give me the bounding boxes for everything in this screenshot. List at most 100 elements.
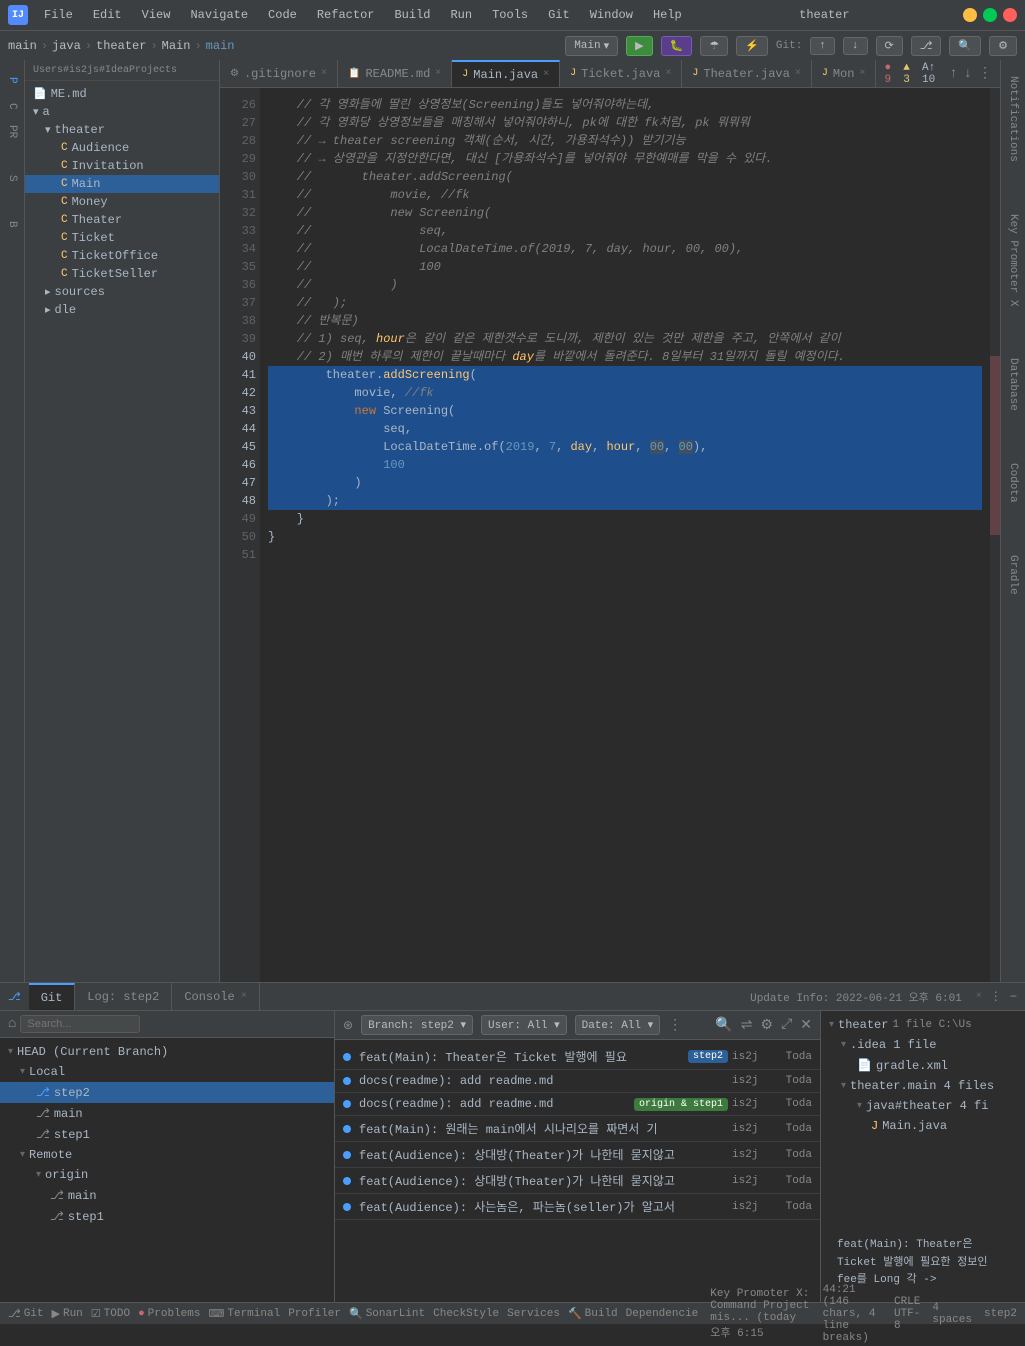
tab-readme-close[interactable]: × — [435, 68, 441, 79]
tab-theaterjava-close[interactable]: × — [795, 68, 801, 79]
menu-help[interactable]: Help — [649, 6, 686, 24]
tab-git-bottom[interactable]: Git — [29, 983, 76, 1010]
tab-gitignore[interactable]: ⚙ .gitignore × — [220, 60, 338, 87]
project-icon[interactable]: P — [0, 68, 24, 92]
tree-item-invitation[interactable]: C Invitation — [25, 157, 219, 175]
menu-run[interactable]: Run — [446, 6, 476, 24]
git-origin-step1-item[interactable]: ⎇ step1 — [0, 1206, 334, 1227]
breadcrumb-main[interactable]: main — [8, 39, 37, 53]
menu-git[interactable]: Git — [544, 6, 574, 24]
database-icon[interactable]: Database — [1005, 350, 1021, 419]
key-promoter-icon[interactable]: Key Promoter X — [1005, 206, 1021, 314]
menu-refactor[interactable]: Refactor — [313, 6, 379, 24]
git-local-item[interactable]: ▾ Local — [0, 1062, 334, 1082]
tab-mon[interactable]: J Mon × — [812, 60, 877, 87]
notifications-icon[interactable]: Notifications — [1005, 68, 1021, 170]
breadcrumb-java[interactable]: java — [52, 39, 81, 53]
commit-item-0[interactable]: feat(Main): Theater은 Ticket 발행에 필요 step2… — [335, 1044, 820, 1070]
structure-icon[interactable]: S — [0, 166, 24, 190]
status-build[interactable]: 🔨 Build — [568, 1307, 618, 1321]
commit-item-2[interactable]: docs(readme): add readme.md origin & ste… — [335, 1093, 820, 1116]
settings-icon[interactable]: ⚙ — [761, 1017, 774, 1034]
tree-item-audience[interactable]: C Audience — [25, 139, 219, 157]
commit-item-5[interactable]: feat(Audience): 상대방(Theater)가 나한테 묻지않고 i… — [335, 1168, 820, 1194]
status-todo[interactable]: ☑ TODO — [91, 1307, 130, 1321]
rp-idea-item[interactable]: ▾ .idea 1 file — [821, 1035, 1025, 1055]
commit-item-1[interactable]: docs(readme): add readme.md is2j Toda — [335, 1070, 820, 1093]
filter-more-icon[interactable]: ⋮ — [668, 1017, 682, 1034]
rp-main-java-item[interactable]: J Main.java — [821, 1116, 1025, 1136]
tree-item-a[interactable]: ▾ a — [25, 103, 219, 121]
tree-item-ticketseller[interactable]: C TicketSeller — [25, 265, 219, 283]
menu-view[interactable]: View — [138, 6, 175, 24]
commit-icon[interactable]: C — [0, 94, 24, 118]
tab-readme[interactable]: 📋 README.md × — [338, 60, 452, 87]
tab-log-step2[interactable]: Log: step2 — [75, 983, 172, 1010]
bottom-panel-more-icon[interactable]: ⋮ — [990, 989, 1002, 1004]
code-editor[interactable]: // 각 영화들에 딸린 상영정보(Screening)들도 넣어줘야하는데, … — [260, 88, 990, 982]
rp-gradle-xml-item[interactable]: 📄 gradle.xml — [821, 1055, 1025, 1076]
commit-item-3[interactable]: feat(Main): 원래는 main에서 시나리오를 짜면서 기 is2j … — [335, 1116, 820, 1142]
tab-main-java[interactable]: J Main.java × — [452, 60, 560, 87]
codota-icon[interactable]: Codota — [1005, 455, 1021, 511]
tree-item-ticket[interactable]: C Ticket — [25, 229, 219, 247]
commit-item-4[interactable]: feat(Audience): 상대방(Theater)가 나한테 묻지않고 i… — [335, 1142, 820, 1168]
tree-item-memd[interactable]: 📄 ME.md — [25, 85, 219, 103]
run-button[interactable]: ▶ — [626, 36, 652, 56]
status-profiler[interactable]: Profiler — [288, 1308, 341, 1320]
menu-build[interactable]: Build — [390, 6, 434, 24]
update-info-close-icon[interactable]: × — [976, 991, 982, 1002]
tab-gitignore-close[interactable]: × — [321, 68, 327, 79]
settings-gear-button[interactable]: ⚙ — [989, 36, 1017, 56]
git-pull-button[interactable]: ↓ — [843, 37, 868, 55]
diff-icon[interactable]: ⇌ — [741, 1017, 753, 1034]
tab-mainjava-close[interactable]: × — [543, 69, 549, 80]
git-branches-button[interactable]: ⎇ — [911, 36, 942, 56]
search-button[interactable]: 🔍 — [949, 36, 981, 56]
breadcrumb-mainmethod[interactable]: main — [206, 39, 235, 53]
date-filter[interactable]: Date: All ▾ — [575, 1015, 661, 1035]
more-tabs-icon[interactable]: ⋮ — [978, 65, 992, 82]
tab-mon-close[interactable]: × — [859, 68, 865, 79]
tree-item-money[interactable]: C Money — [25, 193, 219, 211]
git-icon[interactable]: ⎇ — [8, 990, 21, 1004]
tree-item-theater-class[interactable]: C Theater — [25, 211, 219, 229]
menu-code[interactable]: Code — [264, 6, 301, 24]
git-head-item[interactable]: ▾ HEAD (Current Branch) — [0, 1042, 334, 1062]
maximize-button[interactable]: + — [983, 8, 997, 22]
status-checkstyle[interactable]: CheckStyle — [433, 1308, 499, 1320]
pullrequest-icon[interactable]: PR — [0, 120, 24, 144]
debug-button[interactable]: 🐛 — [661, 36, 693, 56]
menu-navigate[interactable]: Navigate — [186, 6, 252, 24]
expand-commits-icon[interactable]: ⤢ — [781, 1017, 792, 1033]
git-origin-main-item[interactable]: ⎇ main — [0, 1185, 334, 1206]
tree-item-theater[interactable]: ▾ theater — [25, 121, 219, 139]
commit-item-6[interactable]: feat(Audience): 사는놈은, 파는놈(seller)가 알고서 i… — [335, 1194, 820, 1220]
status-problems[interactable]: ● Problems — [138, 1308, 200, 1320]
menu-file[interactable]: File — [40, 6, 77, 24]
git-step2-item[interactable]: ⎇ step2 — [0, 1082, 334, 1103]
editor-content[interactable]: 26 27 28 29 30 31 32 33 34 35 36 37 38 3… — [220, 88, 1000, 982]
nav-down-icon[interactable]: ↓ — [964, 66, 972, 82]
breadcrumb-mainclass[interactable]: Main — [162, 39, 191, 53]
menu-edit[interactable]: Edit — [89, 6, 126, 24]
git-history-button[interactable]: ⟳ — [876, 36, 903, 56]
user-filter[interactable]: User: All ▾ — [481, 1015, 567, 1035]
git-home-icon[interactable]: ⌂ — [8, 1016, 16, 1032]
nav-up-icon[interactable]: ↑ — [949, 66, 957, 82]
git-remote-item[interactable]: ▾ Remote — [0, 1145, 334, 1165]
minimize-button[interactable]: − — [963, 8, 977, 22]
config-selector[interactable]: Main ▾ — [565, 36, 618, 56]
tab-ticketjava-close[interactable]: × — [665, 68, 671, 79]
bookmarks-icon[interactable]: B — [0, 212, 24, 236]
tab-console-close-icon[interactable]: × — [241, 991, 247, 1002]
breadcrumb-theater[interactable]: theater — [96, 39, 146, 53]
tree-item-main[interactable]: C Main — [25, 175, 219, 193]
status-dependencies[interactable]: Dependencie — [626, 1308, 699, 1320]
coverage-button[interactable]: ☂ — [700, 36, 728, 56]
status-git[interactable]: ⎇ Git — [8, 1307, 44, 1321]
tree-item-dle[interactable]: ▸ dle — [25, 301, 219, 319]
profile-button[interactable]: ⚡ — [736, 36, 768, 56]
git-origin-item[interactable]: ▾ origin — [0, 1165, 334, 1185]
rp-theater-main-item[interactable]: ▾ theater.main 4 files — [821, 1076, 1025, 1096]
